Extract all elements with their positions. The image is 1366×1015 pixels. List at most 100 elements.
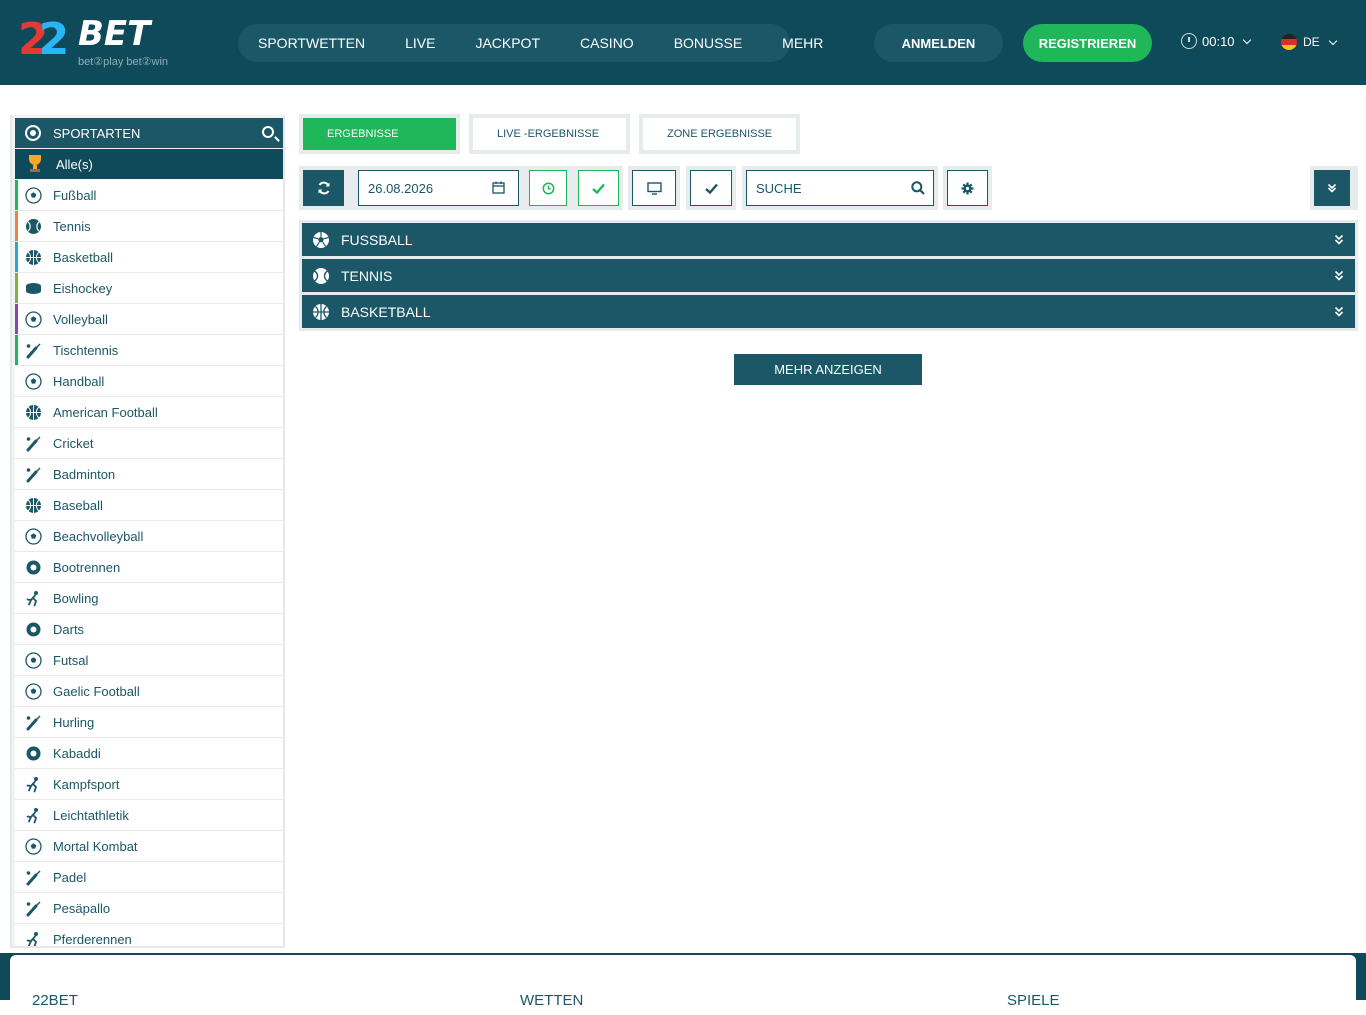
language-selector[interactable]: DE bbox=[1281, 34, 1337, 50]
result-label: BASKETBALL bbox=[341, 303, 431, 320]
date-picker[interactable]: 26.08.2026 bbox=[358, 170, 519, 206]
tab-ergebnisse[interactable]: ERGEBNISSE bbox=[299, 114, 460, 154]
footer-heading-22bet: 22BET bbox=[32, 992, 78, 1009]
sidebar-item-bowling[interactable]: Bowling bbox=[15, 583, 283, 614]
logo-text: BET bbox=[78, 14, 151, 54]
basketball-icon bbox=[25, 249, 42, 266]
nav-jackpot[interactable]: JACKPOT bbox=[475, 35, 540, 51]
nav-mehr[interactable]: MEHR bbox=[782, 35, 823, 51]
register-button[interactable]: REGISTRIEREN bbox=[1023, 24, 1152, 62]
sidebar-item-label: Mortal Kombat bbox=[53, 838, 138, 854]
sidebar-item-label: Badminton bbox=[53, 466, 116, 482]
padel-racket-icon bbox=[25, 869, 42, 886]
sidebar-item-volleyball[interactable]: Volleyball bbox=[15, 304, 283, 335]
sidebar-item-label: Kabaddi bbox=[53, 745, 101, 761]
time-filter-button[interactable] bbox=[529, 170, 567, 206]
sidebar-item-label: Kampfsport bbox=[53, 776, 120, 792]
sidebar-item-american-football[interactable]: American Football bbox=[15, 397, 283, 428]
kabaddi-court-icon bbox=[25, 745, 42, 762]
settings-button[interactable] bbox=[947, 170, 988, 206]
sidebar-item-futsal[interactable]: Futsal bbox=[15, 645, 283, 676]
show-more-button[interactable]: MEHR ANZEIGEN bbox=[734, 354, 922, 385]
expand-all-button[interactable] bbox=[1314, 170, 1350, 206]
login-button[interactable]: ANMELDEN bbox=[874, 24, 1003, 62]
baseball-icon bbox=[25, 497, 42, 514]
sidebar-item-label: Cricket bbox=[53, 435, 94, 451]
german-flag-icon bbox=[1281, 34, 1297, 50]
horse-racing-icon bbox=[25, 931, 42, 946]
language-code: DE bbox=[1303, 35, 1320, 49]
sidebar-item-darts[interactable]: Darts bbox=[15, 614, 283, 645]
filter-toolbar: 26.08.2026 bbox=[299, 166, 1358, 210]
sidebar-item-baseball[interactable]: Baseball bbox=[15, 490, 283, 521]
sidebar-item-tischtennis[interactable]: Tischtennis bbox=[15, 335, 283, 366]
finished-filter-button[interactable] bbox=[578, 170, 619, 206]
tennis-ball-icon bbox=[313, 268, 329, 284]
logo[interactable]: 22 BET bet②play bet②win bbox=[18, 14, 193, 70]
table-tennis-icon bbox=[25, 342, 42, 359]
sidebar-item-kabaddi[interactable]: Kabaddi bbox=[15, 738, 283, 769]
nav-casino[interactable]: CASINO bbox=[580, 35, 634, 51]
nav-sportwetten[interactable]: SPORTWETTEN bbox=[258, 35, 365, 51]
martial-arts-icon bbox=[25, 776, 42, 793]
soccer-ball-icon bbox=[313, 232, 329, 248]
sidebar-item-pesäpallo[interactable]: Pesäpallo bbox=[15, 893, 283, 924]
sidebar-item-padel[interactable]: Padel bbox=[15, 862, 283, 893]
boat-icon bbox=[25, 559, 42, 576]
sidebar-item-kampfsport[interactable]: Kampfsport bbox=[15, 769, 283, 800]
sidebar-item-gaelic-football[interactable]: Gaelic Football bbox=[15, 676, 283, 707]
logo-tagline: bet②play bet②win bbox=[78, 56, 169, 68]
beach-volleyball-icon bbox=[25, 528, 42, 545]
handball-icon bbox=[25, 373, 42, 390]
sidebar-item-tennis[interactable]: Tennis bbox=[15, 211, 283, 242]
nav-live[interactable]: LIVE bbox=[405, 35, 435, 51]
search-group bbox=[742, 166, 938, 210]
footer-card: 22BET WETTEN SPIELE bbox=[10, 955, 1356, 1015]
checkmark-icon bbox=[704, 183, 718, 194]
logo-digits: 22 bbox=[18, 14, 69, 65]
category-stripe bbox=[15, 304, 18, 334]
sidebar-item-mortal-kombat[interactable]: Mortal Kombat bbox=[15, 831, 283, 862]
result-row-tennis[interactable]: TENNIS bbox=[302, 259, 1355, 292]
nav-bonusse[interactable]: BONUSSE bbox=[674, 35, 742, 51]
search-icon[interactable] bbox=[262, 126, 274, 138]
cricket-bat-icon bbox=[25, 435, 42, 452]
sidebar-item-pferderennen[interactable]: Pferderennen bbox=[15, 924, 283, 946]
sidebar-item-fußball[interactable]: Fußball bbox=[15, 180, 283, 211]
sidebar-item-bootrennen[interactable]: Bootrennen bbox=[15, 552, 283, 583]
sidebar-item-all[interactable]: Alle(s) bbox=[15, 149, 283, 179]
sidebar-item-leichtathletik[interactable]: Leichtathletik bbox=[15, 800, 283, 831]
sidebar-item-cricket[interactable]: Cricket bbox=[15, 428, 283, 459]
time-selector[interactable]: 00:10 bbox=[1181, 33, 1251, 49]
result-label: FUSSBALL bbox=[341, 231, 413, 248]
refresh-button[interactable] bbox=[303, 170, 344, 206]
search-field[interactable] bbox=[746, 170, 934, 206]
sidebar-item-hurling[interactable]: Hurling bbox=[15, 707, 283, 738]
checkmark-icon bbox=[592, 183, 605, 194]
sidebar-item-label: Volleyball bbox=[53, 311, 108, 327]
search-icon[interactable] bbox=[911, 181, 925, 195]
time-value: 00:10 bbox=[1202, 33, 1235, 49]
tv-filter-button[interactable] bbox=[632, 170, 676, 206]
result-row-basketball[interactable]: BASKETBALL bbox=[302, 295, 1355, 328]
hurling-sticks-icon bbox=[25, 714, 42, 731]
sidebar-item-eishockey[interactable]: Eishockey bbox=[15, 273, 283, 304]
tab-live-ergebnisse[interactable]: LIVE -ERGEBNISSE bbox=[469, 114, 630, 154]
sidebar-item-handball[interactable]: Handball bbox=[15, 366, 283, 397]
soccer-ball-icon bbox=[25, 125, 41, 141]
sidebar-item-label: Beachvolleyball bbox=[53, 528, 144, 544]
sidebar-item-basketball[interactable]: Basketball bbox=[15, 242, 283, 273]
sidebar-item-label: Handball bbox=[53, 373, 105, 389]
tab-zone-ergebnisse[interactable]: ZONE ERGEBNISSE bbox=[639, 114, 800, 154]
footer: 22BET WETTEN SPIELE bbox=[0, 953, 1366, 1015]
category-stripe bbox=[15, 211, 18, 241]
double-chevron-down-icon bbox=[1334, 306, 1344, 317]
sidebar-item-badminton[interactable]: Badminton bbox=[15, 459, 283, 490]
result-row-fussball[interactable]: FUSSBALL bbox=[302, 223, 1355, 256]
search-input[interactable] bbox=[756, 180, 906, 196]
runner-icon bbox=[25, 807, 42, 824]
select-all-button[interactable] bbox=[690, 170, 732, 206]
hockey-puck-icon bbox=[25, 280, 42, 297]
sidebar-item-beachvolleyball[interactable]: Beachvolleyball bbox=[15, 521, 283, 552]
top-header: 22 BET bet②play bet②win SPORTWETTEN LIVE… bbox=[0, 0, 1366, 85]
